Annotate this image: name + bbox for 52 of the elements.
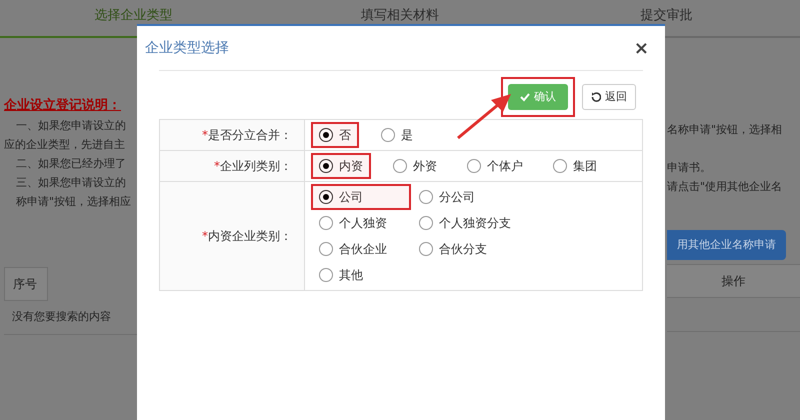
other-name-button[interactable]: 用其他企业名称申请 (667, 230, 786, 260)
radio-button[interactable] (381, 128, 395, 142)
radio-label: 个人独资分支 (439, 215, 511, 232)
step-label: 提交审批 (640, 7, 693, 25)
radio-button[interactable] (419, 190, 433, 204)
radio-button[interactable] (319, 268, 333, 282)
field-label: 企业列类别： (220, 158, 292, 175)
radio-label: 合伙企业 (339, 241, 387, 258)
radio-label: 是 (401, 127, 413, 144)
close-button[interactable]: × (626, 34, 657, 62)
check-icon (520, 92, 530, 102)
radio-button[interactable] (319, 216, 333, 230)
radio-label: 集团 (573, 158, 597, 175)
radio-button[interactable] (319, 128, 333, 142)
radio-label: 内资 (339, 158, 363, 175)
notes-text: 二、如果您已经办理了 (15, 156, 127, 172)
radio-label: 否 (339, 127, 351, 144)
required-mark: * (214, 158, 220, 175)
field-label: 是否分立合并： (208, 127, 292, 144)
back-button[interactable]: 返回 (582, 84, 636, 110)
radio-button[interactable] (467, 159, 481, 173)
notes-text: 请点击"使用其他企业名 (667, 179, 784, 195)
refresh-icon (591, 92, 601, 102)
required-mark: * (202, 228, 208, 245)
radio-button[interactable] (393, 159, 407, 173)
step-label: 填写相关材料 (361, 7, 439, 25)
radio-label: 公司 (339, 189, 363, 206)
table-header-cell: 操作 (667, 264, 800, 298)
radio-label: 个体户 (487, 158, 523, 175)
notes-text: 名称申请"按钮，选择相 (667, 122, 784, 138)
radio-button[interactable] (553, 159, 567, 173)
notes-title: 企业设立登记说明： (4, 96, 122, 115)
notes-text: 一、如果您申请设立的 (15, 118, 127, 134)
notes-text: 三、如果您申请设立的 (15, 174, 127, 190)
radio-button[interactable] (319, 159, 333, 173)
radio-label: 其他 (339, 267, 363, 284)
radio-button[interactable] (319, 190, 333, 204)
table-header-cell: 序号 (4, 266, 48, 300)
notes-text: 申请书。 (667, 160, 712, 176)
radio-label: 分公司 (439, 189, 475, 206)
required-mark: * (202, 127, 208, 144)
radio-button[interactable] (319, 242, 333, 256)
notes-text: 应的企业类型，先进自主 (4, 136, 126, 152)
field-label: 内资企业类别： (208, 228, 292, 245)
radio-button[interactable] (419, 216, 433, 230)
radio-label: 个人独资 (339, 215, 387, 232)
radio-label: 合伙分支 (439, 241, 487, 258)
radio-button[interactable] (419, 242, 433, 256)
dialog-title: 企业类型选择 (145, 38, 229, 58)
step-label: 选择企业类型 (94, 7, 172, 25)
radio-label: 外资 (413, 158, 437, 175)
notes-text: 称申请"按钮，选择相应 (15, 194, 132, 210)
